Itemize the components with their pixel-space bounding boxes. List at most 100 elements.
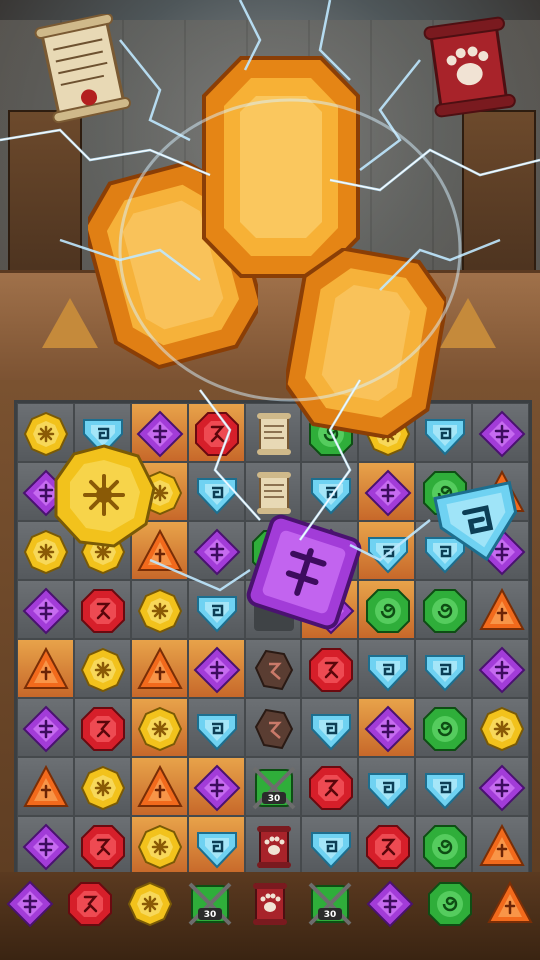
green-spiral-gem-icon[interactable] [364, 587, 412, 635]
board-cell[interactable] [130, 580, 188, 639]
board-cell[interactable] [130, 639, 188, 698]
orange-triangle-gem-icon[interactable] [486, 880, 534, 928]
board-cell[interactable] [301, 698, 359, 757]
board-cell[interactable] [187, 462, 245, 521]
blue-diamond-gem-icon[interactable] [364, 646, 412, 694]
board-cell[interactable] [415, 580, 473, 639]
purple-rune-gem-icon[interactable] [366, 880, 414, 928]
board-cell[interactable] [187, 580, 245, 639]
purple-rune-gem-icon[interactable] [478, 764, 526, 812]
purple-rune-gem-icon[interactable] [6, 880, 54, 928]
orange-triangle-gem-icon[interactable] [136, 646, 184, 694]
blue-diamond-gem-icon[interactable] [364, 764, 412, 812]
yellow-sun-gem-icon[interactable] [79, 646, 127, 694]
board-cell[interactable] [187, 816, 245, 875]
green-spiral-gem-icon[interactable] [426, 880, 474, 928]
red-rune-gem-icon[interactable] [193, 410, 241, 458]
board-cell[interactable] [358, 580, 416, 639]
purple-rune-gem-icon[interactable] [478, 410, 526, 458]
green-spiral-gem-icon[interactable] [421, 823, 469, 871]
parchment-scroll-piece-icon[interactable] [250, 469, 298, 517]
board-cell[interactable] [130, 698, 188, 757]
board-cell[interactable]: 30 [244, 757, 302, 816]
board-cell[interactable] [130, 757, 188, 816]
orange-triangle-gem-icon[interactable] [478, 587, 526, 635]
board-cell[interactable] [472, 403, 529, 462]
board-cell[interactable] [187, 403, 245, 462]
board-cell[interactable] [244, 816, 302, 875]
red-rune-gem-icon[interactable] [307, 646, 355, 694]
blue-diamond-gem-icon[interactable] [364, 528, 412, 576]
blue-rune-gem-powerup-icon[interactable] [430, 470, 526, 566]
orange-triangle-gem-icon[interactable] [136, 764, 184, 812]
board-cell[interactable] [358, 757, 416, 816]
yellow-sun-gem-icon[interactable] [126, 880, 174, 928]
yellow-sun-gem-icon[interactable] [79, 764, 127, 812]
board-cell[interactable] [358, 698, 416, 757]
blue-diamond-gem-icon[interactable] [193, 469, 241, 517]
board-cell[interactable] [73, 698, 131, 757]
board-cell[interactable] [472, 757, 529, 816]
board-cell[interactable] [472, 580, 529, 639]
board-cell[interactable] [17, 757, 74, 816]
paw-scroll-icon[interactable] [410, 14, 530, 124]
blue-diamond-gem-icon[interactable] [193, 587, 241, 635]
board-cell[interactable] [187, 521, 245, 580]
red-rune-gem-icon[interactable] [364, 823, 412, 871]
orange-triangle-gem-icon[interactable] [478, 823, 526, 871]
chained-gem-icon[interactable]: 30 [250, 764, 298, 812]
board-cell[interactable] [187, 698, 245, 757]
purple-rune-gem-icon[interactable] [364, 469, 412, 517]
yellow-sun-gem-icon[interactable] [136, 823, 184, 871]
board-cell[interactable] [73, 757, 131, 816]
red-rune-gem-icon[interactable] [79, 587, 127, 635]
stone-rune-tile-icon[interactable] [250, 646, 298, 694]
purple-rune-gem-icon[interactable] [22, 823, 70, 871]
blue-diamond-gem-icon[interactable] [193, 823, 241, 871]
orange-triangle-gem-icon[interactable] [22, 764, 70, 812]
board-cell[interactable] [73, 639, 131, 698]
blue-diamond-gem-icon[interactable] [307, 469, 355, 517]
parchment-scroll-icon[interactable] [28, 14, 138, 124]
purple-rune-gem-icon[interactable] [22, 587, 70, 635]
blue-diamond-gem-icon[interactable] [307, 823, 355, 871]
board-cell[interactable] [130, 816, 188, 875]
orange-triangle-gem-icon[interactable] [22, 646, 70, 694]
blue-diamond-gem-icon[interactable] [193, 705, 241, 753]
blue-diamond-gem-icon[interactable] [421, 646, 469, 694]
board-cell[interactable] [358, 462, 416, 521]
board-cell[interactable] [187, 757, 245, 816]
board-cell[interactable] [17, 816, 74, 875]
blue-diamond-gem-icon[interactable] [307, 705, 355, 753]
yellow-sun-gem-icon[interactable] [136, 587, 184, 635]
purple-rune-gem-icon[interactable] [193, 764, 241, 812]
purple-rune-gem-icon[interactable] [22, 705, 70, 753]
board-cell[interactable] [358, 639, 416, 698]
board-cell[interactable] [415, 639, 473, 698]
board-cell[interactable] [415, 816, 473, 875]
red-rune-gem-icon[interactable] [66, 880, 114, 928]
purple-rune-gem-icon[interactable] [193, 646, 241, 694]
board-cell[interactable] [17, 698, 74, 757]
purple-rune-gem-powerup-icon[interactable] [244, 512, 364, 632]
yellow-sun-gem-powerup-icon[interactable] [50, 442, 158, 550]
purple-rune-gem-icon[interactable] [193, 528, 241, 576]
board-cell[interactable] [301, 639, 359, 698]
board-cell[interactable] [17, 580, 74, 639]
board-cell[interactable] [472, 639, 529, 698]
board-cell[interactable] [17, 639, 74, 698]
red-rune-gem-icon[interactable] [79, 705, 127, 753]
paw-scroll-piece-icon[interactable] [250, 823, 298, 871]
green-spiral-gem-icon[interactable] [421, 705, 469, 753]
board-cell[interactable] [358, 816, 416, 875]
board-cell[interactable] [73, 580, 131, 639]
board-cell[interactable] [415, 698, 473, 757]
board-cell[interactable] [187, 639, 245, 698]
board-cell[interactable] [301, 757, 359, 816]
green-spiral-gem-icon[interactable] [421, 587, 469, 635]
yellow-sun-gem-icon[interactable] [136, 705, 184, 753]
red-rune-gem-icon[interactable] [79, 823, 127, 871]
paw-scroll-piece-icon[interactable] [246, 880, 294, 928]
chained-gem-icon[interactable]: 30 [186, 880, 234, 928]
board-cell[interactable] [415, 757, 473, 816]
